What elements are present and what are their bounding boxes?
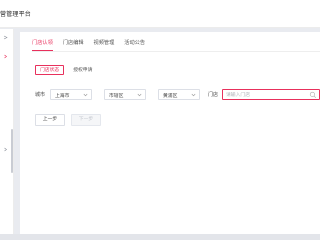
tab-video-manage[interactable]: 视频管理 (94, 39, 115, 51)
bottom-bar (0, 234, 320, 240)
next-step-button[interactable]: 下一步 (71, 114, 101, 126)
sidebar-scrollbar[interactable] (11, 129, 13, 173)
store-label: 门店 (208, 92, 219, 98)
province-select[interactable]: 上海市 (50, 89, 92, 100)
main-panel: 门店认领 门店编辑 视频管理 活动公告 门店状态 授权申请 城市 上海市 市辖区… (20, 32, 320, 234)
filter-row: 城市 上海市 市辖区 黄浦区 门店 (32, 89, 320, 101)
sidebar (0, 29, 14, 234)
subtab-bar: 门店状态 授权申请 (35, 65, 101, 75)
chevron-down-icon (83, 93, 88, 97)
menu-expand-icon[interactable] (3, 35, 8, 40)
menu-item-icon[interactable] (3, 54, 8, 59)
subtab-store-status[interactable]: 门店状态 (35, 65, 65, 75)
tab-store-claim[interactable]: 门店认领 (32, 39, 53, 51)
district-select[interactable]: 黄浦区 (158, 89, 200, 100)
app-title: 营管理平台 (0, 12, 32, 18)
menu-item-icon[interactable] (3, 147, 8, 152)
tabs-divider (32, 51, 320, 52)
top-bar: 营管理平台 (0, 0, 320, 28)
store-search-box (222, 89, 320, 100)
tab-store-edit[interactable]: 门店编辑 (63, 39, 84, 51)
subtab-auth-request[interactable]: 授权申请 (68, 65, 97, 75)
search-icon[interactable] (309, 91, 317, 99)
tab-bar: 门店认领 门店编辑 视频管理 活动公告 (32, 39, 155, 51)
chevron-down-icon (137, 93, 142, 97)
chevron-down-icon (191, 93, 196, 97)
tab-announcements[interactable]: 活动公告 (124, 39, 145, 51)
city-label: 城市 (35, 92, 46, 98)
step-buttons: 上一步 下一步 (35, 114, 107, 126)
previous-step-button[interactable]: 上一步 (35, 114, 65, 126)
store-search-input[interactable] (226, 91, 306, 99)
city-select[interactable]: 市辖区 (104, 89, 146, 100)
